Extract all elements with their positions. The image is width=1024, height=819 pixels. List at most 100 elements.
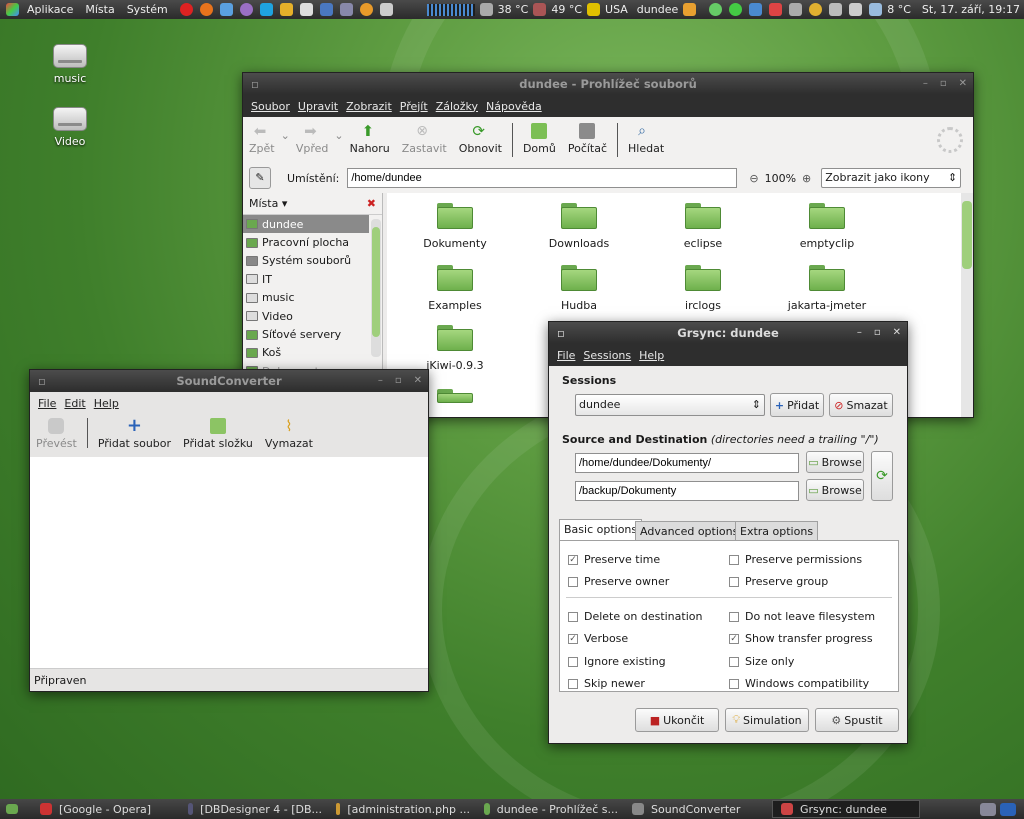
network-icon[interactable] (829, 3, 843, 16)
option-checkbox[interactable]: Size only (729, 655, 794, 668)
sidebar-item[interactable]: dundee (243, 215, 369, 234)
menu-bookmarks[interactable]: Záložky (432, 100, 482, 113)
screenshot-icon[interactable] (339, 3, 353, 16)
window-titlebar[interactable]: ▫ SoundConverter – ▫ ✕ (30, 370, 428, 392)
window-titlebar[interactable]: ▫ dundee - Prohlížeč souborů – ▫ ✕ (243, 73, 973, 95)
delete-session-button[interactable]: ⊘ Smazat (829, 393, 893, 417)
notes-icon[interactable] (379, 3, 393, 16)
taskbar-task[interactable]: [DBDesigner 4 - [DB... (180, 800, 328, 818)
minimize-icon[interactable]: – (857, 322, 862, 344)
menu-places[interactable]: Místa (79, 3, 120, 16)
option-checkbox[interactable]: ✓ Preserve time (568, 553, 660, 566)
tab-basic-options[interactable]: Basic options (559, 519, 643, 541)
firefox-icon[interactable] (199, 3, 213, 16)
session-select[interactable]: dundee ⇕ (575, 394, 765, 416)
scrollbar-thumb[interactable] (372, 227, 380, 337)
switch-user-icon[interactable] (683, 3, 697, 16)
volume-icon[interactable] (849, 3, 863, 16)
file-item[interactable]: Examples (405, 265, 505, 312)
edit-location-icon[interactable]: ✎ (249, 167, 271, 189)
close-sidebar-icon[interactable]: ✖ (367, 197, 376, 210)
file-item[interactable]: Downloads (529, 203, 629, 250)
taskbar-task[interactable]: [Google - Opera] (32, 800, 180, 818)
sidebar-scrollbar[interactable] (371, 219, 381, 357)
add-folder-button[interactable]: Přidat složku (177, 418, 259, 450)
package-icon[interactable] (319, 3, 333, 16)
convert-button[interactable]: Převést (30, 418, 83, 450)
settings-icon[interactable] (789, 3, 803, 16)
search-icon[interactable] (809, 3, 823, 16)
view-mode-select[interactable]: Zobrazit jako ikony ⇕ (821, 168, 962, 188)
chevron-down-icon[interactable]: ⌄ (334, 129, 343, 142)
checkbox-unchecked[interactable] (729, 678, 739, 689)
option-checkbox[interactable]: Preserve group (729, 575, 828, 588)
window-menu-icon[interactable]: ▫ (557, 322, 565, 344)
location-input[interactable] (347, 168, 738, 188)
back-button[interactable]: ⬅ Zpět (243, 123, 281, 155)
menu-view[interactable]: Zobrazit (342, 100, 396, 113)
menu-help[interactable]: Help (90, 397, 123, 410)
home-button[interactable]: Domů (517, 123, 562, 155)
search-button[interactable]: ⌕ Hledat (622, 123, 670, 155)
file-area-scrollbar[interactable] (961, 193, 973, 417)
minimize-icon[interactable]: – (378, 370, 383, 392)
sync-icon[interactable] (749, 3, 763, 16)
sidebar-item[interactable]: Pracovní plocha (243, 233, 369, 251)
stop-button[interactable]: ⊗ Zastavit (396, 123, 453, 155)
taskbar-task[interactable]: Grsync: dundee (772, 800, 920, 818)
sidebar-item[interactable]: Video (243, 307, 369, 325)
status-green-icon[interactable] (709, 3, 723, 16)
pidgin-icon[interactable] (239, 3, 253, 16)
checkbox-checked[interactable]: ✓ (729, 633, 739, 644)
file-item[interactable]: emptyclip (777, 203, 877, 250)
checkbox-unchecked[interactable] (729, 554, 739, 565)
sidebar-item[interactable]: Systém souborů (243, 252, 369, 270)
source-input[interactable] (575, 453, 799, 473)
checkbox-unchecked[interactable] (568, 656, 578, 667)
reload-button[interactable]: ⟳ Obnovit (453, 123, 508, 155)
zoom-in-icon[interactable]: ⊕ (802, 172, 811, 185)
swap-button[interactable]: ⟳ (871, 451, 893, 501)
zoom-out-icon[interactable]: ⊖ (749, 172, 758, 185)
menu-help[interactable]: Nápověda (482, 100, 546, 113)
maximize-icon[interactable]: ▫ (940, 73, 947, 95)
run-button[interactable]: ⚙ Spustit (815, 708, 899, 732)
add-file-button[interactable]: + Přidat soubor (92, 417, 177, 451)
menu-sessions[interactable]: Sessions (579, 349, 635, 362)
option-checkbox[interactable]: ✓ Show transfer progress (729, 632, 873, 645)
file-item[interactable]: jakarta-jmeter (777, 265, 877, 312)
close-icon[interactable]: ✕ (893, 322, 901, 344)
menu-help[interactable]: Help (635, 349, 668, 362)
workspace-active-icon[interactable] (1000, 802, 1016, 816)
chevron-down-icon[interactable]: ⌄ (281, 129, 290, 142)
scrollbar-thumb[interactable] (962, 201, 972, 269)
checkbox-unchecked[interactable] (729, 576, 739, 587)
update-icon[interactable] (729, 3, 743, 16)
browse-destination-button[interactable]: ▭ Browse (806, 479, 864, 501)
menu-applications[interactable]: Aplikace (21, 3, 79, 16)
menu-edit[interactable]: Edit (60, 397, 89, 410)
username[interactable]: dundee (637, 3, 678, 16)
workspace-switcher-icon[interactable] (980, 802, 996, 816)
skype-icon[interactable] (259, 3, 273, 16)
option-checkbox[interactable]: ✓ Verbose (568, 632, 628, 645)
option-checkbox[interactable]: Do not leave filesystem (729, 610, 875, 623)
tab-advanced-options[interactable]: Advanced options (635, 521, 744, 541)
file-list[interactable] (30, 457, 428, 669)
file-item[interactable]: Dokumenty (405, 203, 505, 250)
desktop-icon-video[interactable]: Video (40, 107, 100, 148)
forward-button[interactable]: ➡ Vpřed (290, 123, 335, 155)
window-titlebar[interactable]: ▫ Grsync: dundee – ▫ ✕ (549, 322, 907, 344)
sidebar-item[interactable]: Koš (243, 344, 369, 362)
file-item[interactable]: irclogs (653, 265, 753, 312)
window-menu-icon[interactable]: ▫ (251, 73, 259, 95)
clock[interactable]: St, 17. září, 19:17 (922, 3, 1020, 16)
keyboard-layout[interactable]: USA (605, 3, 628, 16)
close-icon[interactable]: ✕ (959, 73, 967, 95)
sidebar-item[interactable]: Síťové servery (243, 325, 369, 343)
browse-source-button[interactable]: ▭ Browse (806, 451, 864, 473)
add-session-button[interactable]: + Přidat (770, 393, 824, 417)
option-checkbox[interactable]: Preserve permissions (729, 553, 862, 566)
checkbox-unchecked[interactable] (729, 611, 739, 622)
file-item[interactable]: eclipse (653, 203, 753, 250)
